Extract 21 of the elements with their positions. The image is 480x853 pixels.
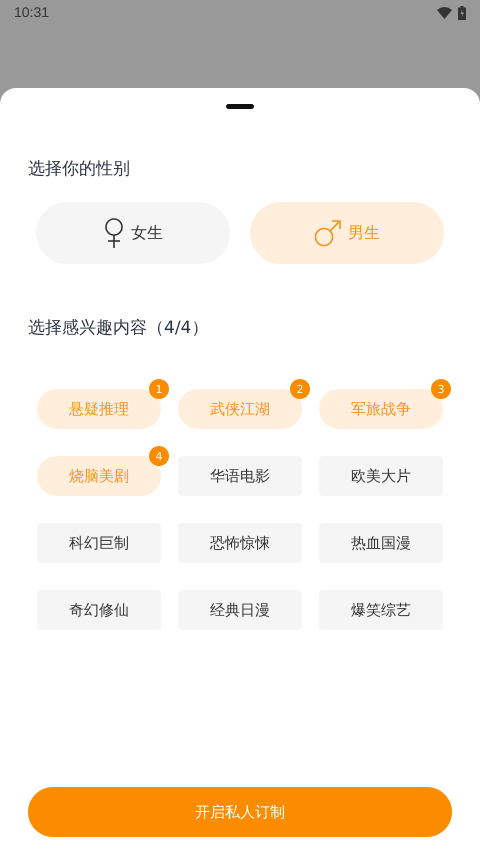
order-badge: 1 xyxy=(149,379,169,399)
drag-handle[interactable] xyxy=(226,104,254,109)
order-badge: 4 xyxy=(149,446,169,466)
gender-option[interactable]: 女生 xyxy=(36,202,230,264)
interest-chip[interactable]: 热血国漫 xyxy=(319,523,443,563)
interest-chip[interactable]: 欧美大片 xyxy=(319,456,443,496)
interest-chip[interactable]: 奇幻修仙 xyxy=(37,590,161,630)
interests-title: 选择感兴趣内容（4/4） xyxy=(28,317,210,339)
interest-chip[interactable]: 华语电影 xyxy=(178,456,302,496)
female-symbol-icon xyxy=(103,217,125,249)
order-badge: 2 xyxy=(290,379,310,399)
wifi-icon xyxy=(437,7,452,19)
interest-chip[interactable]: 经典日漫 xyxy=(178,590,302,630)
status-time: 10:31 xyxy=(14,4,50,20)
battery-icon xyxy=(458,6,466,20)
male-symbol-icon xyxy=(314,219,342,247)
interest-chip[interactable]: 恐怖惊悚 xyxy=(178,523,302,563)
gender-title: 选择你的性别 xyxy=(28,158,131,180)
order-badge: 3 xyxy=(431,379,451,399)
interest-chip[interactable]: 爆笑综艺 xyxy=(319,590,443,630)
interest-chip[interactable]: 科幻巨制 xyxy=(37,523,161,563)
